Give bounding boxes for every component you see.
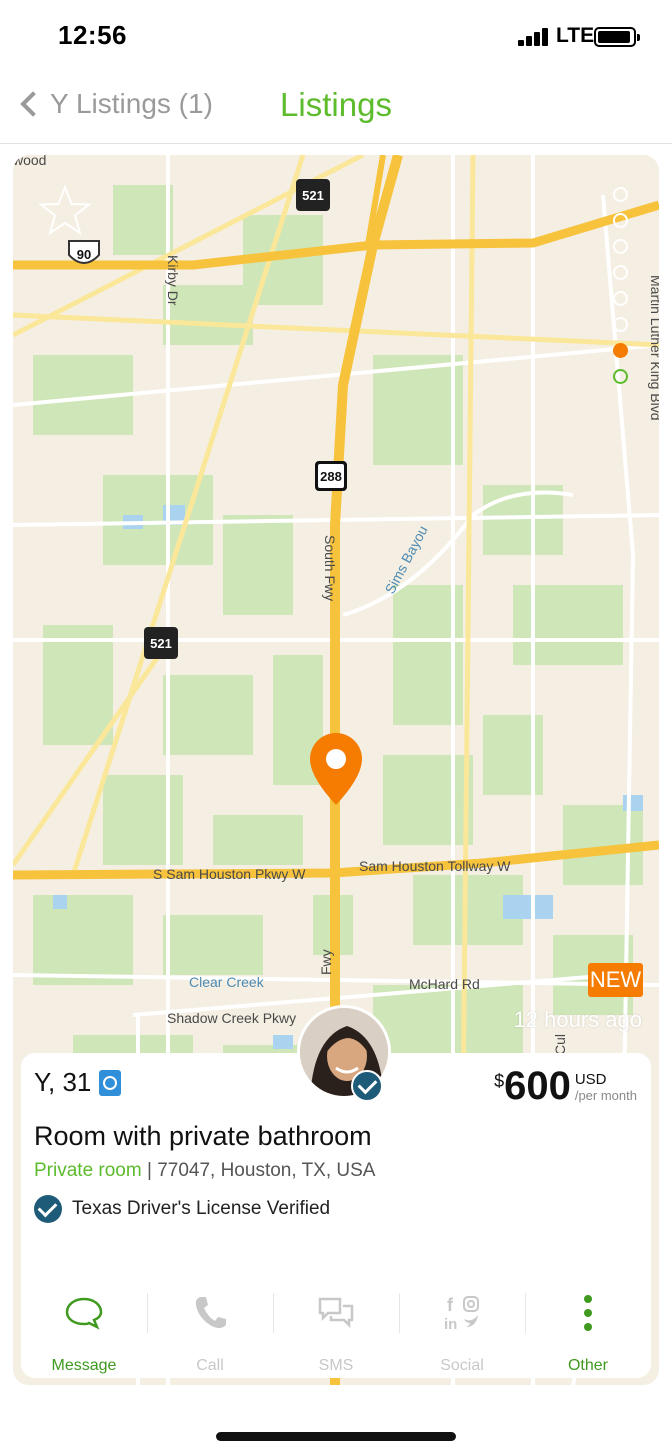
photo-page-indicator[interactable]	[613, 187, 629, 395]
network-type: LTE	[556, 24, 595, 47]
sms-bubbles-icon	[318, 1297, 354, 1329]
call-button[interactable]: Call	[147, 1285, 273, 1375]
page-dot-active[interactable]	[613, 343, 628, 358]
message-button[interactable]: Message	[21, 1285, 147, 1375]
signal-strength-icon	[518, 28, 550, 46]
page-dot[interactable]	[613, 187, 628, 202]
new-badge: NEW	[588, 963, 643, 997]
price-currency-symbol: $	[494, 1071, 505, 1091]
page-dot[interactable]	[613, 265, 628, 280]
fm-521-shield-left: 521	[144, 627, 178, 659]
status-bar: 12:56 LTE	[0, 0, 672, 72]
status-time: 12:56	[58, 20, 127, 50]
home-indicator[interactable]	[216, 1432, 456, 1441]
map-label-sam-houston-tollway: Sam Houston Tollway W	[359, 858, 511, 874]
price-amount: 600	[504, 1064, 571, 1108]
listing-info-card[interactable]: Y, 31 $ 600 USD /per month Room with pri…	[21, 1005, 651, 1378]
us-90-shield: 90	[68, 240, 100, 264]
page-dot-map[interactable]	[613, 369, 628, 384]
listing-map-card[interactable]: wood Kirby Dr South Fwy Sims Bayou Sam H…	[13, 155, 659, 1385]
us-90-shield-label: 90	[77, 247, 91, 262]
sms-button[interactable]: SMS	[273, 1285, 399, 1375]
fm-521-shield-top: 521	[296, 179, 330, 211]
map-label-s-sam-houston-pkwy: S Sam Houston Pkwy W	[153, 866, 306, 882]
page-dot[interactable]	[613, 213, 628, 228]
map-label-mchard: McHard Rd	[409, 976, 480, 992]
call-button-label: Call	[196, 1357, 224, 1374]
message-bubble-icon	[65, 1297, 103, 1330]
room-type: Private room	[34, 1160, 142, 1181]
host-info[interactable]: Y, 31	[34, 1067, 122, 1098]
price-period: /per month	[574, 1088, 637, 1103]
listing-subtitle: Private room | 77047, Houston, TX, USA	[34, 1160, 375, 1182]
listing-location: | 77047, Houston, TX, USA	[141, 1160, 376, 1181]
social-grid-icon: f in	[444, 1295, 479, 1333]
verification-text: Texas Driver's License Verified	[72, 1198, 331, 1219]
price-currency: USD	[574, 1071, 607, 1088]
other-button-label: Other	[567, 1357, 608, 1374]
map-label-wood: wood	[13, 155, 46, 168]
id-verified-icon	[99, 1069, 122, 1096]
verification-row: Texas Driver's License Verified	[34, 1195, 330, 1223]
tx-288-shield-label: 288	[320, 469, 342, 484]
fm-521-shield-top-label: 521	[302, 188, 324, 203]
page-dot[interactable]	[613, 317, 628, 332]
svg-text:f: f	[447, 1295, 454, 1315]
listing-title[interactable]: Room with private bathroom	[34, 1121, 372, 1152]
verified-check-icon	[34, 1195, 62, 1223]
map-label-clear-creek: Clear Creek	[189, 974, 265, 990]
price: $ 600 USD /per month	[494, 1065, 637, 1107]
fm-521-shield-left-label: 521	[150, 636, 172, 651]
battery-icon	[594, 27, 640, 47]
navigation-bar: Y Listings (1) Listings	[0, 72, 672, 144]
other-button[interactable]: Other	[525, 1285, 651, 1375]
page-title: Listings	[280, 86, 392, 123]
message-button-label: Message	[51, 1357, 117, 1374]
page-dot[interactable]	[613, 239, 628, 254]
page-dot[interactable]	[613, 291, 628, 306]
social-button-label: Social	[440, 1357, 484, 1374]
social-button[interactable]: f in Social	[399, 1285, 525, 1375]
map-label-mlk: Martin Luther King Blvd	[648, 275, 659, 421]
tx-288-shield: 288	[315, 461, 347, 491]
more-vertical-icon	[584, 1295, 592, 1331]
favorite-star-icon[interactable]	[37, 183, 93, 239]
host-verified-check-icon	[351, 1070, 383, 1102]
map-label-south-fwy: South Fwy	[322, 535, 338, 601]
map-label-fwy: Fwy	[318, 949, 334, 975]
map-label-shadow-creek: Shadow Creek Pkwy	[167, 1010, 296, 1026]
phone-icon	[195, 1297, 226, 1328]
svg-text:in: in	[444, 1316, 457, 1333]
contact-action-bar: Message Call SMS f in Social Other	[21, 1285, 651, 1375]
sms-button-label: SMS	[318, 1357, 354, 1374]
posted-time: 12 hours ago	[513, 1007, 642, 1032]
map-label-kirby: Kirby Dr	[165, 255, 181, 306]
host-name: Y, 31	[34, 1067, 92, 1097]
map-label-cul: Cul	[552, 1034, 568, 1055]
